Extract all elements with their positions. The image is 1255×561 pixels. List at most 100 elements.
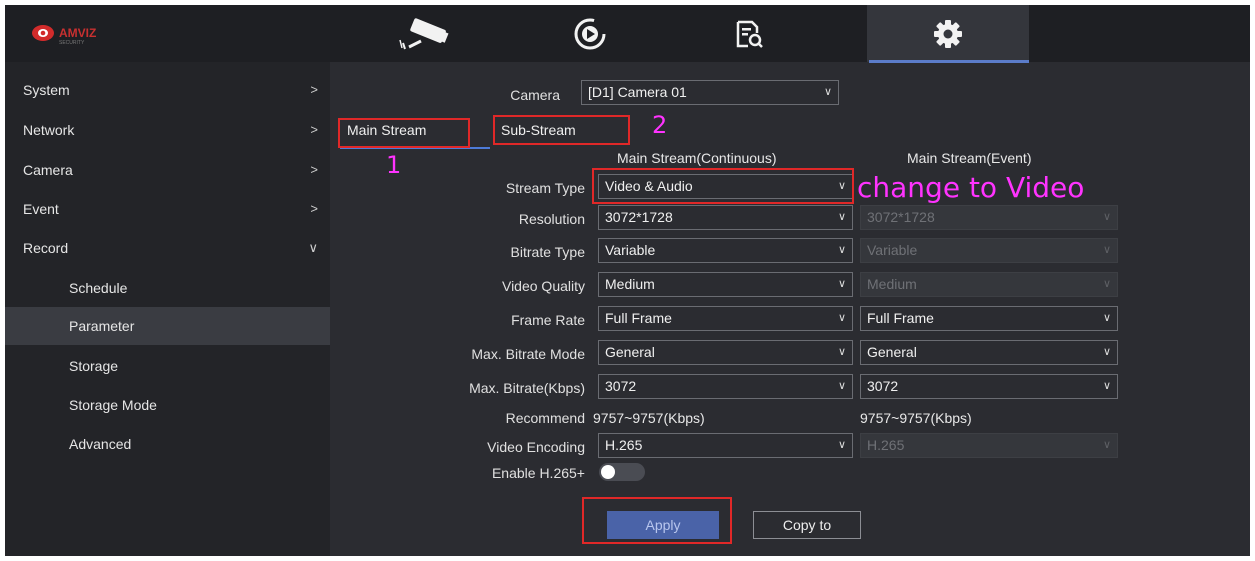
max-bitrate-mode-select[interactable]: General ∨ [598, 340, 853, 365]
event-max-bitrate-select[interactable]: 3072 ∨ [860, 374, 1118, 399]
chevron-down-icon: ∨ [1102, 312, 1111, 324]
event-max-bitrate-mode-select[interactable]: General ∨ [860, 340, 1118, 365]
max-bitrate-select[interactable]: 3072 ∨ [598, 374, 853, 399]
event-bitrate-type-select: Variable ∨ [860, 238, 1118, 263]
sidebar-item-storage-mode[interactable]: Storage Mode [5, 386, 330, 424]
sidebar-item-label: Storage [69, 358, 119, 374]
top-nav-bar: AMVIZ SECURITY [5, 5, 1250, 63]
chevron-down-icon: ∨ [823, 86, 832, 98]
sidebar-item-schedule[interactable]: Schedule [5, 269, 330, 307]
sidebar-item-label: Parameter [69, 318, 135, 334]
video-quality-label: Video Quality [501, 278, 585, 294]
gear-icon [934, 19, 962, 48]
camera-select-value: [D1] Camera 01 [588, 84, 687, 100]
sidebar-item-system[interactable]: System > [5, 71, 330, 109]
resolution-select[interactable]: 3072*1728 ∨ [598, 205, 853, 230]
video-encoding-select[interactable]: H.265 ∨ [598, 433, 853, 458]
recommend-value: 9757~9757(Kbps) [593, 410, 705, 426]
chevron-down-icon: ∨ [837, 312, 846, 324]
max-bitrate-mode-value: General [605, 344, 655, 360]
bitrate-type-label: Bitrate Type [510, 244, 585, 260]
video-encoding-label: Video Encoding [487, 439, 585, 455]
sidebar-item-storage[interactable]: Storage [5, 347, 330, 385]
event-video-encoding-value: H.265 [867, 437, 905, 453]
chevron-down-icon: ∨ [1102, 380, 1111, 392]
svg-text:AMVIZ: AMVIZ [59, 26, 96, 40]
chevron-down-icon: ∨ [837, 439, 846, 451]
sidebar-item-label: Advanced [69, 436, 132, 452]
chevron-right-icon: > [310, 122, 318, 137]
sidebar-item-advanced[interactable]: Advanced [5, 425, 330, 463]
chevron-down-icon: ∨ [1102, 346, 1111, 358]
brand-logo: AMVIZ SECURITY [32, 25, 96, 46]
event-bitrate-type-value: Variable [867, 242, 918, 258]
annotation-box-sub-stream [493, 115, 630, 145]
sidebar-item-camera[interactable]: Camera > [5, 151, 330, 189]
sidebar-item-label: Event [23, 201, 59, 217]
event-max-bitrate-value: 3072 [867, 378, 899, 394]
annotation-change-to-video: change to Video [857, 171, 1085, 204]
stream-type-label: Stream Type [505, 180, 585, 196]
enable-h265plus-label: Enable H.265+ [491, 465, 585, 481]
sidebar-item-label: Schedule [69, 280, 128, 296]
max-bitrate-value: 3072 [605, 378, 637, 394]
column-header-event: Main Stream(Event) [907, 150, 1032, 166]
max-bitrate-label: Max. Bitrate(Kbps) [469, 380, 585, 396]
svg-text:SECURITY: SECURITY [59, 40, 85, 46]
bitrate-type-value: Variable [605, 242, 656, 258]
event-frame-rate-value: Full Frame [867, 310, 934, 326]
frame-rate-label: Frame Rate [511, 312, 585, 328]
event-resolution-select: 3072*1728 ∨ [860, 205, 1118, 230]
event-frame-rate-select[interactable]: Full Frame ∨ [860, 306, 1118, 331]
sidebar: System > Network > Camera > Event > Reco… [5, 62, 330, 556]
frame-rate-select[interactable]: Full Frame ∨ [598, 306, 853, 331]
tab-search[interactable] [699, 5, 799, 62]
sidebar-item-label: Record [23, 240, 69, 256]
bitrate-type-select[interactable]: Variable ∨ [598, 238, 853, 263]
annotation-box-main-stream [338, 118, 470, 148]
sidebar-item-network[interactable]: Network > [5, 111, 330, 149]
toggle-knob [601, 465, 615, 479]
active-tab-indicator [869, 60, 1029, 63]
chevron-down-icon: ∨ [837, 244, 846, 256]
chevron-right-icon: > [310, 162, 318, 177]
max-bitrate-mode-label: Max. Bitrate Mode [471, 346, 585, 362]
annotation-box-stream-type [592, 168, 854, 204]
enable-h265plus-toggle[interactable] [599, 463, 645, 481]
column-header-continuous: Main Stream(Continuous) [617, 150, 777, 166]
sidebar-item-record[interactable]: Record ∨ [5, 229, 330, 267]
chevron-down-icon: ∨ [1102, 211, 1111, 223]
event-video-quality-select: Medium ∨ [860, 272, 1118, 297]
sidebar-item-label: Network [23, 122, 75, 138]
chevron-down-icon: ∨ [308, 240, 318, 255]
video-quality-select[interactable]: Medium ∨ [598, 272, 853, 297]
chevron-down-icon: ∨ [1102, 244, 1111, 256]
recommend-label: Recommend [505, 410, 585, 426]
chevron-down-icon: ∨ [837, 278, 846, 290]
chevron-down-icon: ∨ [1102, 439, 1111, 451]
sidebar-item-event[interactable]: Event > [5, 190, 330, 228]
tab-playback[interactable] [540, 5, 640, 62]
event-recommend-value: 9757~9757(Kbps) [860, 410, 972, 426]
resolution-label: Resolution [518, 211, 585, 227]
copy-to-button[interactable]: Copy to [753, 511, 861, 539]
file-search-icon [736, 20, 763, 48]
sidebar-item-label: Camera [23, 162, 73, 178]
annotation-box-apply [582, 497, 732, 544]
sidebar-item-parameter[interactable]: Parameter [5, 307, 330, 345]
chevron-down-icon: ∨ [1102, 278, 1111, 290]
dvr-settings-window: AMVIZ SECURITY System > Network > Camera… [5, 5, 1250, 556]
video-encoding-value: H.265 [605, 437, 643, 453]
playback-icon [574, 18, 606, 49]
camera-label: Camera [510, 87, 560, 103]
event-resolution-value: 3072*1728 [867, 209, 935, 225]
annotation-number-2: 2 [652, 111, 668, 139]
camera-select[interactable]: [D1] Camera 01 ∨ [581, 80, 839, 105]
tab-live-view[interactable] [378, 5, 478, 62]
event-video-encoding-select: H.265 ∨ [860, 433, 1118, 458]
sidebar-item-label: System [23, 82, 70, 98]
chevron-down-icon: ∨ [837, 211, 846, 223]
video-quality-value: Medium [605, 276, 655, 292]
tab-settings[interactable] [867, 5, 1029, 62]
chevron-down-icon: ∨ [837, 380, 846, 392]
